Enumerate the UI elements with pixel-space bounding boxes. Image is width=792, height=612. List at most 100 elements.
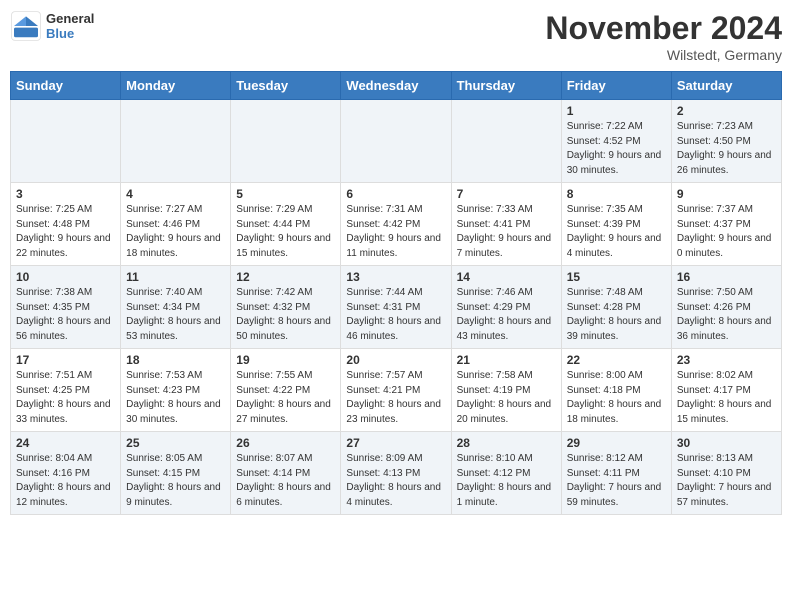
week-row-2: 3Sunrise: 7:25 AMSunset: 4:48 PMDaylight… bbox=[11, 183, 782, 266]
day-number: 24 bbox=[16, 436, 115, 450]
week-row-4: 17Sunrise: 7:51 AMSunset: 4:25 PMDayligh… bbox=[11, 349, 782, 432]
day-number: 16 bbox=[677, 270, 776, 284]
day-cell: 29 Sunrise: 8:12 AMSunset: 4:11 PMDayligh… bbox=[561, 432, 671, 515]
day-cell: 14 Sunrise: 7:46 AMSunset: 4:29 PMDayligh… bbox=[451, 266, 561, 349]
day-info: Sunrise: 7:29 AMSunset: 4:44 PMDaylight:… bbox=[236, 203, 335, 261]
day-number: 9 bbox=[677, 187, 776, 201]
day-cell: 18 Sunrise: 7:53 AMSunset: 4:23 PMDayligh… bbox=[121, 349, 231, 432]
day-number: 10 bbox=[16, 270, 115, 284]
day-info: Sunrise: 7:22 AMSunset: 4:52 PMDaylight:… bbox=[567, 120, 666, 178]
header-day-friday: Friday bbox=[561, 72, 671, 100]
logo-text: General Blue bbox=[46, 11, 94, 41]
day-cell: 23 Sunrise: 8:02 AMSunset: 4:17 PMDayligh… bbox=[671, 349, 781, 432]
day-info: Sunrise: 7:48 AMSunset: 4:28 PMDaylight:… bbox=[567, 286, 666, 344]
day-cell: 16 Sunrise: 7:50 AMSunset: 4:26 PMDayligh… bbox=[671, 266, 781, 349]
day-number: 2 bbox=[677, 104, 776, 118]
day-cell bbox=[451, 100, 561, 183]
day-info: Sunrise: 8:10 AMSunset: 4:12 PMDaylight:… bbox=[457, 452, 556, 510]
day-cell: 30Sunrise: 8:13 AMSunset: 4:10 PMDayligh… bbox=[671, 432, 781, 515]
day-info: Sunrise: 7:38 AMSunset: 4:35 PMDaylight:… bbox=[16, 286, 115, 344]
day-cell: 8Sunrise: 7:35 AMSunset: 4:39 PMDaylight… bbox=[561, 183, 671, 266]
day-number: 23 bbox=[677, 353, 776, 367]
day-info: Sunrise: 8:02 AMSunset: 4:17 PMDaylight:… bbox=[677, 369, 776, 427]
day-number: 13 bbox=[346, 270, 445, 284]
day-number: 20 bbox=[346, 353, 445, 367]
day-cell: 11 Sunrise: 7:40 AMSunset: 4:34 PMDayligh… bbox=[121, 266, 231, 349]
day-number: 11 bbox=[126, 270, 225, 284]
day-cell: 7Sunrise: 7:33 AMSunset: 4:41 PMDaylight… bbox=[451, 183, 561, 266]
day-info: Sunrise: 7:31 AMSunset: 4:42 PMDaylight:… bbox=[346, 203, 445, 261]
day-info: Sunrise: 7:25 AMSunset: 4:48 PMDaylight:… bbox=[16, 203, 115, 261]
day-number: 4 bbox=[126, 187, 225, 201]
header: General Blue November 2024 Wilstedt, Ger… bbox=[10, 10, 782, 63]
day-cell: 3Sunrise: 7:25 AMSunset: 4:48 PMDaylight… bbox=[11, 183, 121, 266]
day-info: Sunrise: 8:09 AMSunset: 4:13 PMDaylight:… bbox=[346, 452, 445, 510]
day-cell: 28 Sunrise: 8:10 AMSunset: 4:12 PMDayligh… bbox=[451, 432, 561, 515]
day-cell: 17Sunrise: 7:51 AMSunset: 4:25 PMDayligh… bbox=[11, 349, 121, 432]
day-cell: 5 Sunrise: 7:29 AMSunset: 4:44 PMDaylight… bbox=[231, 183, 341, 266]
day-info: Sunrise: 8:00 AMSunset: 4:18 PMDaylight:… bbox=[567, 369, 666, 427]
day-info: Sunrise: 7:55 AMSunset: 4:22 PMDaylight:… bbox=[236, 369, 335, 427]
day-cell: 22Sunrise: 8:00 AMSunset: 4:18 PMDayligh… bbox=[561, 349, 671, 432]
day-cell: 15 Sunrise: 7:48 AMSunset: 4:28 PMDayligh… bbox=[561, 266, 671, 349]
day-info: Sunrise: 8:05 AMSunset: 4:15 PMDaylight:… bbox=[126, 452, 225, 510]
day-info: Sunrise: 7:50 AMSunset: 4:26 PMDaylight:… bbox=[677, 286, 776, 344]
header-day-wednesday: Wednesday bbox=[341, 72, 451, 100]
header-day-thursday: Thursday bbox=[451, 72, 561, 100]
day-number: 5 bbox=[236, 187, 335, 201]
day-info: Sunrise: 7:46 AMSunset: 4:29 PMDaylight:… bbox=[457, 286, 556, 344]
day-cell: 24Sunrise: 8:04 AMSunset: 4:16 PMDayligh… bbox=[11, 432, 121, 515]
header-day-monday: Monday bbox=[121, 72, 231, 100]
day-info: Sunrise: 7:51 AMSunset: 4:25 PMDaylight:… bbox=[16, 369, 115, 427]
week-row-3: 10 Sunrise: 7:38 AMSunset: 4:35 PMDayligh… bbox=[11, 266, 782, 349]
calendar-body: 1 Sunrise: 7:22 AMSunset: 4:52 PMDaylight… bbox=[11, 100, 782, 515]
day-number: 29 bbox=[567, 436, 666, 450]
day-cell: 12 Sunrise: 7:42 AMSunset: 4:32 PMDayligh… bbox=[231, 266, 341, 349]
day-info: Sunrise: 7:23 AMSunset: 4:50 PMDaylight:… bbox=[677, 120, 776, 178]
day-cell bbox=[11, 100, 121, 183]
day-info: Sunrise: 7:57 AMSunset: 4:21 PMDaylight:… bbox=[346, 369, 445, 427]
day-cell: 20 Sunrise: 7:57 AMSunset: 4:21 PMDayligh… bbox=[341, 349, 451, 432]
logo: General Blue bbox=[10, 10, 94, 42]
day-number: 8 bbox=[567, 187, 666, 201]
header-day-sunday: Sunday bbox=[11, 72, 121, 100]
day-cell: 9Sunrise: 7:37 AMSunset: 4:37 PMDaylight… bbox=[671, 183, 781, 266]
day-info: Sunrise: 8:12 AMSunset: 4:11 PMDaylight:… bbox=[567, 452, 666, 510]
header-row: SundayMondayTuesdayWednesdayThursdayFrid… bbox=[11, 72, 782, 100]
day-cell bbox=[231, 100, 341, 183]
day-cell: 21Sunrise: 7:58 AMSunset: 4:19 PMDayligh… bbox=[451, 349, 561, 432]
day-number: 26 bbox=[236, 436, 335, 450]
day-number: 15 bbox=[567, 270, 666, 284]
day-cell: 26 Sunrise: 8:07 AMSunset: 4:14 PMDayligh… bbox=[231, 432, 341, 515]
day-cell: 4 Sunrise: 7:27 AMSunset: 4:46 PMDaylight… bbox=[121, 183, 231, 266]
day-number: 1 bbox=[567, 104, 666, 118]
day-number: 25 bbox=[126, 436, 225, 450]
day-cell bbox=[341, 100, 451, 183]
day-cell: 27 Sunrise: 8:09 AMSunset: 4:13 PMDayligh… bbox=[341, 432, 451, 515]
day-info: Sunrise: 7:27 AMSunset: 4:46 PMDaylight:… bbox=[126, 203, 225, 261]
day-info: Sunrise: 7:58 AMSunset: 4:19 PMDaylight:… bbox=[457, 369, 556, 427]
day-info: Sunrise: 8:13 AMSunset: 4:10 PMDaylight:… bbox=[677, 452, 776, 510]
week-row-1: 1 Sunrise: 7:22 AMSunset: 4:52 PMDaylight… bbox=[11, 100, 782, 183]
header-day-saturday: Saturday bbox=[671, 72, 781, 100]
day-info: Sunrise: 8:07 AMSunset: 4:14 PMDaylight:… bbox=[236, 452, 335, 510]
day-number: 7 bbox=[457, 187, 556, 201]
day-cell bbox=[121, 100, 231, 183]
day-info: Sunrise: 7:40 AMSunset: 4:34 PMDaylight:… bbox=[126, 286, 225, 344]
calendar-header: SundayMondayTuesdayWednesdayThursdayFrid… bbox=[11, 72, 782, 100]
day-info: Sunrise: 7:42 AMSunset: 4:32 PMDaylight:… bbox=[236, 286, 335, 344]
day-cell: 19Sunrise: 7:55 AMSunset: 4:22 PMDayligh… bbox=[231, 349, 341, 432]
logo-blue: Blue bbox=[46, 26, 94, 41]
day-number: 12 bbox=[236, 270, 335, 284]
day-cell: 10 Sunrise: 7:38 AMSunset: 4:35 PMDayligh… bbox=[11, 266, 121, 349]
day-number: 27 bbox=[346, 436, 445, 450]
logo-icon bbox=[10, 10, 42, 42]
day-cell: 13Sunrise: 7:44 AMSunset: 4:31 PMDayligh… bbox=[341, 266, 451, 349]
location: Wilstedt, Germany bbox=[545, 47, 782, 63]
day-cell: 1 Sunrise: 7:22 AMSunset: 4:52 PMDaylight… bbox=[561, 100, 671, 183]
day-info: Sunrise: 7:53 AMSunset: 4:23 PMDaylight:… bbox=[126, 369, 225, 427]
day-number: 28 bbox=[457, 436, 556, 450]
day-number: 18 bbox=[126, 353, 225, 367]
header-day-tuesday: Tuesday bbox=[231, 72, 341, 100]
day-number: 14 bbox=[457, 270, 556, 284]
